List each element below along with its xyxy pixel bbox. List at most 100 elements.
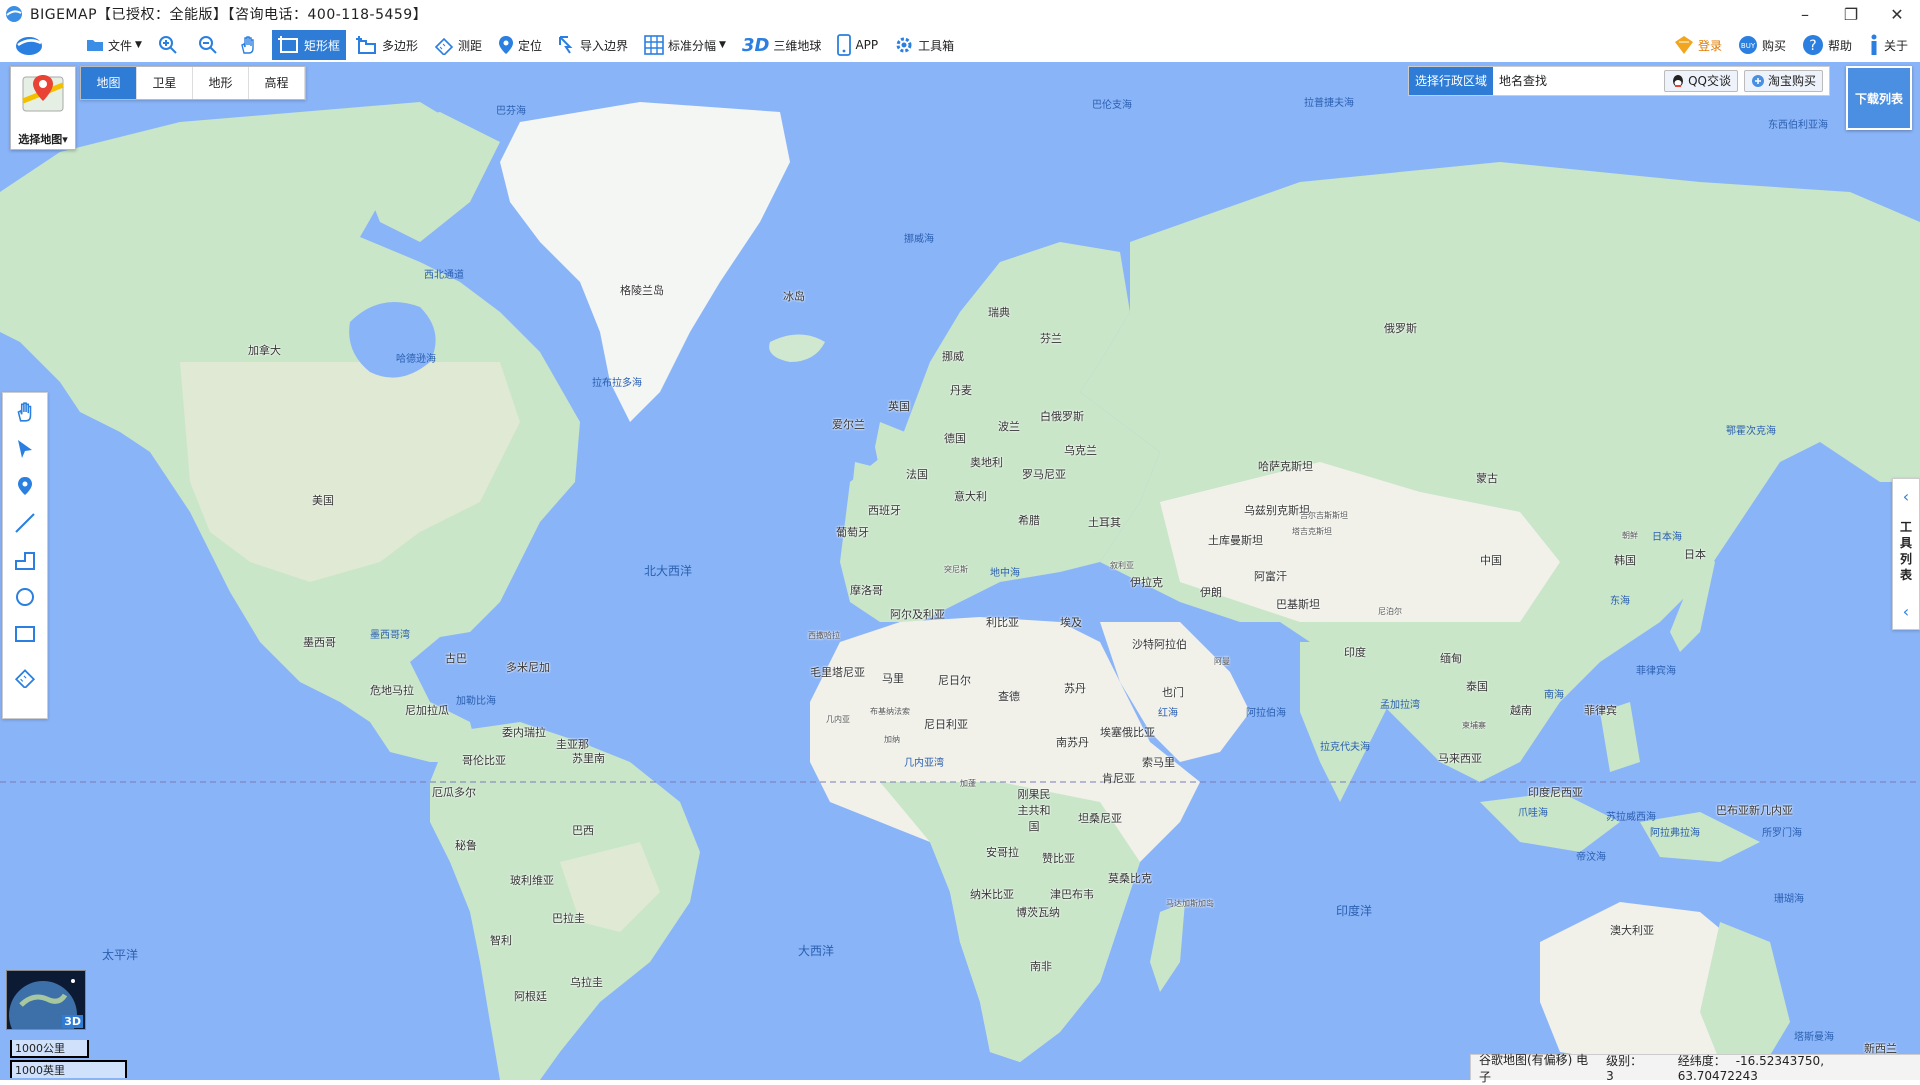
minimize-button[interactable]: – [1782, 0, 1828, 28]
chevron-left-icon: ‹ [1902, 602, 1910, 621]
map-source-status: 谷歌地图(有偏移) 电子 [1479, 1052, 1589, 1084]
label-nicaragua: 尼加拉瓜 [405, 704, 449, 717]
place-search-button[interactable]: 地名查找 [1493, 67, 1553, 95]
tool-select[interactable] [3, 430, 47, 467]
main-toolbar: 文件 ▼ 矩形框 多边形 测距 定位 导入边界 标准分幅 ▼ 3D 三维地球 APP [0, 28, 1920, 63]
label-angola: 安哥拉 [986, 846, 1019, 859]
label-syria: 叙利亚 [1110, 561, 1134, 570]
label-usa: 美国 [312, 494, 334, 507]
label-arabian-sea: 阿拉伯海 [1246, 708, 1286, 719]
select-region-button[interactable]: 选择行政区域 [1409, 67, 1494, 95]
label-mali: 马里 [882, 672, 904, 685]
qq-chat-button[interactable]: QQ交谈 [1664, 70, 1738, 92]
label-sea-japan: 日本海 [1652, 532, 1682, 543]
tool-pan[interactable] [3, 393, 47, 430]
label-coral-sea: 珊瑚海 [1774, 894, 1804, 905]
download-list-button[interactable]: 下载列表 [1846, 66, 1912, 130]
polygon-select-button[interactable]: 多边形 [350, 30, 424, 60]
label-romania: 罗马尼亚 [1022, 468, 1066, 481]
map-source-label: 选择地图▾ [18, 133, 68, 146]
label-guatemala: 危地马拉 [370, 684, 414, 697]
circle-icon [16, 587, 34, 606]
label-vietnam: 越南 [1510, 704, 1532, 717]
file-menu[interactable]: 文件 ▼ [80, 30, 148, 60]
import-boundary-button[interactable]: 导入边界 [552, 30, 634, 60]
label-yemen: 也门 [1162, 686, 1184, 699]
map-canvas[interactable]: 格陵兰岛 冰岛 加拿大 美国 墨西哥 古巴 多米尼加 危地马拉 尼加拉瓜 委内瑞… [0, 62, 1920, 1080]
label-western-sahara: 西撒哈拉 [808, 631, 840, 640]
zoom-out-button[interactable] [192, 30, 228, 60]
about-button[interactable]: 关于 [1862, 30, 1914, 60]
window-title: BIGEMAP【已授权：全能版】【咨询电话：400-118-5459】 [30, 7, 428, 23]
label-tanzania: 坦桑尼亚 [1078, 812, 1122, 825]
toolbox-button[interactable]: 工具箱 [888, 30, 960, 60]
file-menu-label: 文件 [108, 38, 133, 53]
zoom-in-button[interactable] [152, 30, 188, 60]
label-niger: 尼日尔 [938, 674, 971, 687]
tool-circle[interactable] [3, 578, 47, 615]
restore-button[interactable]: ❐ [1828, 0, 1874, 28]
location-pin-icon [18, 476, 32, 495]
taobao-buy-button[interactable]: 淘宝购买 [1743, 70, 1823, 92]
tab-terrain[interactable]: 地形 [193, 67, 249, 99]
label-portugal: 葡萄牙 [836, 526, 869, 539]
status-bar: 谷歌地图(有偏移) 电子 级别：3 经纬度： -16.52343750, 63.7… [1470, 1053, 1920, 1084]
tool-list-panel-tab[interactable]: ‹ 工具列表 ‹ [1892, 478, 1920, 630]
label-labrador-sea: 拉布拉多海 [592, 378, 642, 389]
label-gabon: 加蓬 [960, 779, 976, 788]
close-button[interactable]: ✕ [1874, 0, 1920, 28]
pan-button[interactable] [232, 30, 268, 60]
rectangle-select-button[interactable]: 矩形框 [271, 30, 346, 60]
label-norway: 挪威 [942, 350, 964, 363]
label-ghana: 加纳 [884, 735, 900, 744]
qq-chat-label: QQ交谈 [1688, 74, 1731, 88]
label-turkmenistan: 土库曼斯坦 [1208, 534, 1263, 547]
standard-grid-label: 标准分幅 [668, 38, 717, 53]
standard-grid-button[interactable]: 标准分幅 ▼ [638, 30, 732, 60]
svg-text:BUY: BUY [1741, 42, 1756, 50]
login-button[interactable]: 登录 [1668, 30, 1728, 60]
label-iraq: 伊拉克 [1130, 576, 1163, 589]
toolbox-label: 工具箱 [918, 38, 955, 53]
label-nepal: 尼泊尔 [1378, 607, 1402, 616]
tool-rectangle[interactable] [3, 615, 47, 652]
label-laptev-sea: 拉普捷夫海 [1304, 98, 1354, 109]
gear-icon [896, 37, 912, 53]
3d-globe-thumbnail[interactable]: 3D [6, 970, 86, 1030]
tool-marker[interactable] [3, 467, 47, 504]
measure-button[interactable]: 测距 [428, 30, 488, 60]
label-tasman-sea: 塔斯曼海 [1794, 1032, 1834, 1043]
login-label: 登录 [1697, 38, 1722, 53]
label-iceland: 冰岛 [783, 290, 805, 303]
coordinates-status: 经纬度： -16.52343750, 63.70472243 [1677, 1054, 1825, 1083]
label-gulf-guinea: 几内亚湾 [904, 758, 944, 769]
label-dominica: 多米尼加 [506, 661, 550, 674]
label-ukraine: 乌克兰 [1064, 444, 1097, 457]
label-greenland: 格陵兰岛 [620, 284, 664, 297]
label-pacific: 太平洋 [102, 948, 139, 962]
bigemap-globe-icon[interactable] [8, 30, 60, 60]
locate-button[interactable]: 定位 [492, 30, 548, 60]
3d-icon: 3D [741, 34, 770, 56]
label-paraguay: 巴拉圭 [552, 912, 585, 925]
label-china: 中国 [1480, 554, 1502, 567]
3d-globe-button[interactable]: 3D 三维地球 [736, 30, 827, 60]
help-button[interactable]: ? 帮助 [1796, 30, 1858, 60]
tool-line[interactable] [3, 504, 47, 541]
app-button[interactable]: APP [831, 30, 884, 60]
tool-polyline[interactable] [3, 541, 47, 578]
tab-satellite[interactable]: 卫星 [137, 67, 193, 99]
taobao-buy-label: 淘宝购买 [1767, 74, 1816, 88]
buy-button[interactable]: BUY 购买 [1732, 30, 1792, 60]
label-canada: 加拿大 [248, 344, 281, 357]
label-iran: 伊朗 [1200, 586, 1222, 599]
label-mediterranean: 地中海 [990, 568, 1020, 579]
map-source-selector[interactable]: 选择地图▾ [10, 66, 76, 150]
label-libya: 利比亚 [986, 616, 1019, 629]
tab-map[interactable]: 地图 [81, 67, 137, 99]
label-madagascar: 马达加斯加岛 [1166, 899, 1214, 908]
tab-elevation[interactable]: 高程 [249, 67, 305, 99]
label-ireland: 爱尔兰 [832, 418, 865, 431]
label-east-china-sea: 东海 [1610, 596, 1630, 607]
tool-measure[interactable] [3, 658, 47, 695]
